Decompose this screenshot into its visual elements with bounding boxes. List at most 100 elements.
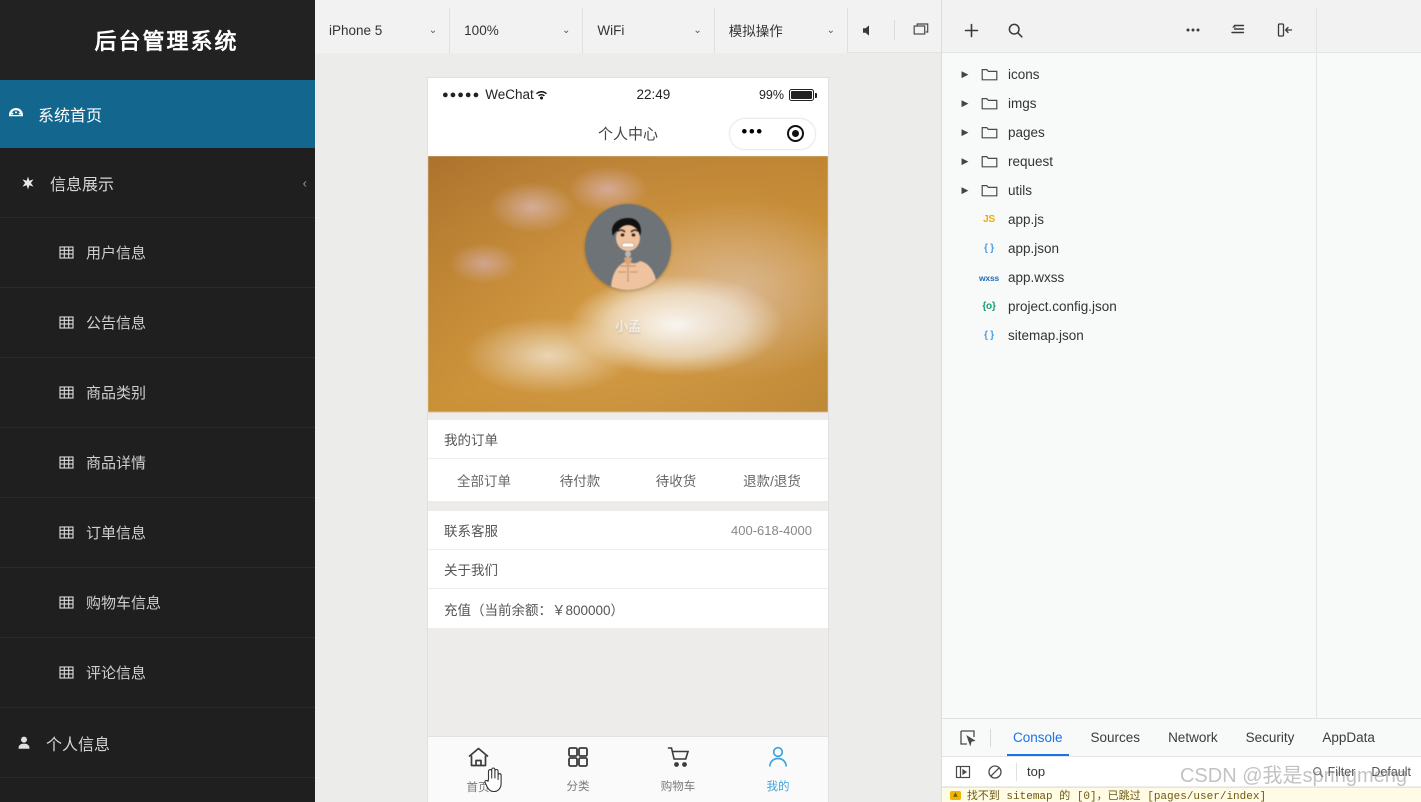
config-file-badge: {o} — [982, 301, 996, 312]
console-level-select[interactable]: Default — [1371, 765, 1411, 779]
tabbar-item-home[interactable]: 首页 — [428, 745, 528, 795]
console-context-select[interactable]: top — [1016, 762, 1045, 781]
search-icon[interactable] — [1004, 19, 1026, 41]
table-icon — [56, 593, 76, 613]
sidebar-item-profile[interactable]: 个人信息 — [0, 708, 315, 778]
service-row-label: 联系客服 — [444, 524, 498, 539]
sidebar-item-label: 用户信息 — [86, 245, 147, 262]
file-tree-row-request[interactable]: ▶ request — [942, 147, 1316, 176]
console-filter-input[interactable]: Filter — [1312, 764, 1356, 779]
file-tree-row-utils[interactable]: ▶ utils — [942, 176, 1316, 205]
sidebar-item-info-group[interactable]: 信息展示 ‹ — [0, 148, 315, 218]
panel-collapse-icon[interactable] — [1274, 19, 1296, 41]
chevron-right-icon[interactable]: ▶ — [960, 98, 970, 109]
warning-icon: ▲ — [950, 790, 961, 800]
devtools-toolbar-rail — [1316, 8, 1421, 52]
order-tab-refund[interactable]: 退款/退货 — [724, 470, 820, 490]
file-tree-row-project-config[interactable]: {o} project.config.json — [942, 292, 1316, 321]
table-icon — [56, 453, 76, 473]
sidebar-item-label: 评论信息 — [86, 665, 147, 682]
sidebar-item-users[interactable]: 用户信息 — [0, 218, 315, 288]
sidebar-item-product-category[interactable]: 商品类别 — [0, 358, 315, 428]
wxss-file-icon: wxss — [978, 273, 1000, 283]
tab-sources[interactable]: Sources — [1077, 719, 1155, 756]
sidebar-item-comments[interactable]: 评论信息 — [0, 638, 315, 708]
target-icon[interactable] — [786, 125, 804, 142]
sidebar-item-label: 订单信息 — [86, 525, 147, 542]
battery-indicator: 99% — [759, 88, 817, 102]
home-icon — [466, 745, 491, 775]
file-tree-row-app-wxss[interactable]: wxss app.wxss — [942, 263, 1316, 292]
file-tree-row-app-js[interactable]: JS app.js — [942, 205, 1316, 234]
sidebar-item-orders[interactable]: 订单信息 — [0, 498, 315, 568]
file-tree-row-imgs[interactable]: ▶ imgs — [942, 89, 1316, 118]
tabbar-item-cart[interactable]: 购物车 — [628, 745, 728, 794]
console-sidebar-icon[interactable] — [952, 761, 974, 783]
sidebar-item-cart[interactable]: 购物车信息 — [0, 568, 315, 638]
chevron-down-icon: ⌄ — [428, 24, 438, 36]
more-horizontal-icon[interactable] — [1182, 19, 1204, 41]
sidebar-item-home[interactable]: 系统首页 — [0, 80, 315, 148]
phone-content-spacer — [428, 628, 828, 736]
folder-icon — [978, 96, 1000, 111]
network-select[interactable]: WiFi ⌄ — [583, 7, 715, 53]
chevron-left-icon[interactable]: ‹ — [303, 175, 307, 190]
console-toolbar-right: Filter Default — [1312, 765, 1411, 779]
device-select[interactable]: iPhone 5 ⌄ — [315, 7, 451, 53]
tab-appdata[interactable]: AppData — [1308, 719, 1389, 756]
tabbar-item-profile[interactable]: 我的 — [728, 745, 828, 794]
devtools-panel: ▶ icons ▶ imgs ▶ pages ▶ request ▶ utils… — [942, 0, 1421, 802]
service-row-recharge[interactable]: 充值（当前余额：￥800000） — [428, 589, 828, 628]
orders-card-header[interactable]: 我的订单 — [428, 420, 828, 459]
sidebar-item-announcements[interactable]: 公告信息 — [0, 288, 315, 358]
json-file-icon: { } — [978, 330, 1000, 341]
tab-console[interactable]: Console — [999, 719, 1077, 756]
chevron-down-icon: ⌄ — [562, 24, 571, 36]
battery-icon — [789, 88, 817, 101]
file-tree-row-icons[interactable]: ▶ icons — [942, 60, 1316, 89]
chevron-right-icon[interactable]: ▶ — [960, 185, 970, 196]
zoom-select[interactable]: 100% ⌄ — [450, 7, 584, 53]
multi-window-icon[interactable] — [909, 18, 933, 42]
user-nickname: 小孟 — [614, 319, 641, 334]
asterisk-icon — [18, 173, 38, 193]
file-tree-row-app-json[interactable]: { } app.json — [942, 234, 1316, 263]
plus-icon[interactable] — [960, 19, 982, 41]
chevron-right-icon[interactable]: ▶ — [960, 69, 970, 80]
console-warning-text: 找不到 sitemap 的 [0]，已跳过 [pages/user/index] — [966, 791, 1267, 802]
order-tab-shipping[interactable]: 待收货 — [628, 470, 724, 490]
sidebar-item-product-detail[interactable]: 商品详情 — [0, 428, 315, 498]
console-warning-row: ▲ 找不到 sitemap 的 [0]，已跳过 [pages/user/inde… — [942, 787, 1421, 802]
user-avatar-image[interactable] — [585, 204, 671, 290]
table-icon — [56, 383, 76, 403]
chevron-right-icon[interactable]: ▶ — [960, 127, 970, 138]
phone-tabbar: 首页 分类 购物车 我的 — [428, 736, 828, 802]
folder-icon — [978, 154, 1000, 169]
wechat-capsule[interactable]: ••• — [729, 117, 816, 150]
order-tab-unpaid[interactable]: 待付款 — [532, 470, 628, 490]
tab-security[interactable]: Security — [1232, 719, 1309, 756]
file-tree-row-pages[interactable]: ▶ pages — [942, 118, 1316, 147]
tabbar-item-category[interactable]: 分类 — [528, 745, 628, 794]
mode-select[interactable]: 模拟操作 ⌄ — [714, 7, 848, 53]
more-dots-icon[interactable]: ••• — [741, 123, 763, 140]
order-tab-all[interactable]: 全部订单 — [436, 470, 532, 490]
folder-icon — [978, 183, 1000, 198]
file-tree-row-sitemap[interactable]: { } sitemap.json — [942, 321, 1316, 350]
console-filter-label: Filter — [1327, 764, 1356, 779]
chevron-right-icon[interactable]: ▶ — [960, 156, 970, 167]
service-row-contact[interactable]: 联系客服 400-618-4000 — [428, 511, 828, 550]
outline-list-icon[interactable] — [1228, 19, 1250, 41]
speaker-mute-icon[interactable] — [856, 18, 880, 42]
user-icon — [14, 733, 34, 753]
clear-console-icon[interactable] — [984, 761, 1006, 783]
tabbar-label: 分类 — [566, 781, 590, 793]
inspect-element-icon[interactable] — [952, 725, 982, 751]
devtools-tabbar: Console Sources Network Security AppData — [942, 719, 1421, 757]
tab-network[interactable]: Network — [1154, 719, 1232, 756]
app-root: 后台管理系统 系统首页 信息展示 ‹ 用户信息 公告信息 商品类别 商品详情 订… — [0, 0, 1421, 802]
service-row-about[interactable]: 关于我们 — [428, 550, 828, 589]
file-tree-name: sitemap.json — [1008, 328, 1084, 343]
file-tree-name: utils — [1008, 183, 1033, 198]
file-tree: ▶ icons ▶ imgs ▶ pages ▶ request ▶ utils… — [942, 53, 1316, 718]
